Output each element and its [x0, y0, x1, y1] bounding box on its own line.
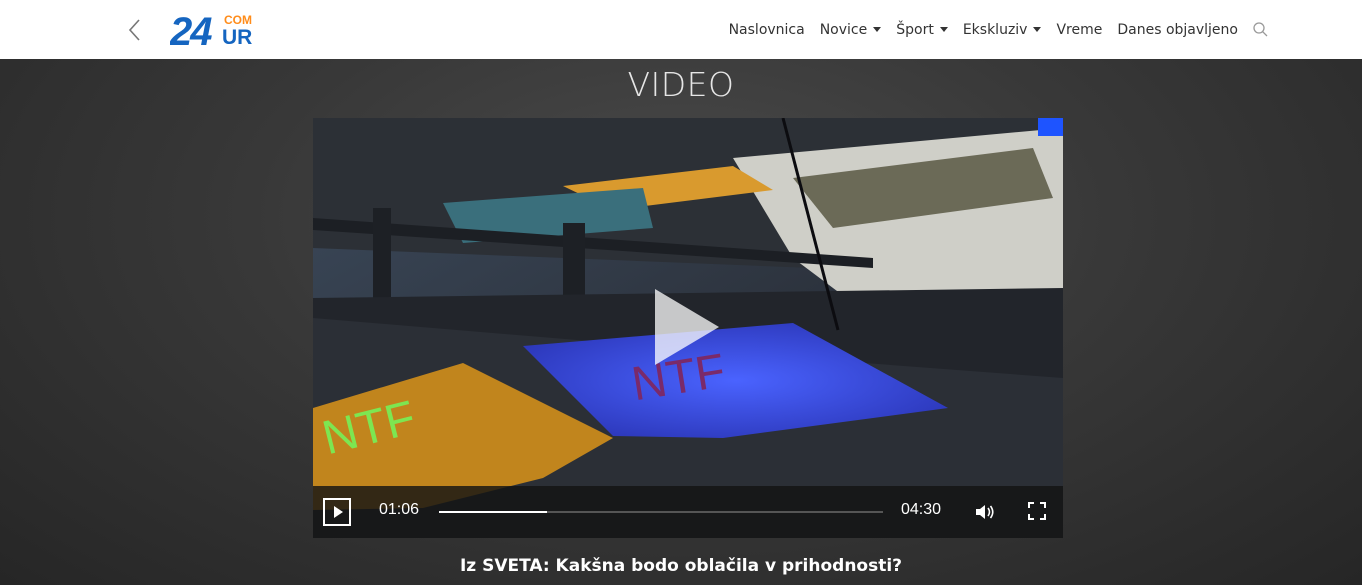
duration: 04:30 — [901, 501, 942, 518]
progress-bar[interactable] — [439, 511, 883, 513]
nav-label: Novice — [819, 21, 868, 38]
logo-number: 24 — [170, 12, 212, 48]
nav-label: Danes objavljeno — [1117, 21, 1238, 38]
logo-com: COM — [224, 13, 252, 27]
video-caption[interactable]: Iz SVETA: Kakšna bodo oblačila v prihodn… — [0, 556, 1362, 576]
nav-label: Vreme — [1056, 21, 1103, 38]
chevron-left-icon[interactable] — [124, 16, 146, 44]
section-title: VIDEO — [627, 65, 735, 104]
main-nav: Naslovnica Novice Šport Ekskluziv Vreme … — [714, 0, 1270, 59]
nav-item-vreme[interactable]: Vreme — [1056, 22, 1102, 38]
site-logo[interactable]: 24 COM UR — [169, 10, 254, 54]
volume-icon[interactable] — [975, 503, 995, 521]
nav-item-novice[interactable]: Novice — [820, 22, 882, 38]
video-player[interactable]: NTF NTF 01:06 04:30 — [313, 118, 1063, 538]
nav-item-naslovnica[interactable]: Naslovnica — [729, 22, 805, 38]
caret-down-icon — [1033, 27, 1042, 32]
search-icon[interactable] — [1252, 21, 1270, 39]
logo-ur: UR — [222, 26, 252, 48]
caret-down-icon — [939, 27, 948, 32]
play-icon[interactable] — [323, 498, 351, 526]
video-section: VIDEO NTF NTF 01:06 04:30 Iz SVETA: Kakš… — [0, 59, 1362, 585]
progress-fill — [439, 511, 548, 513]
player-controls: 01:06 04:30 — [313, 486, 1063, 538]
nav-label: Naslovnica — [728, 21, 805, 38]
play-icon[interactable] — [655, 289, 719, 365]
caret-down-icon — [873, 27, 882, 32]
nav-item-danes-objavljeno[interactable]: Danes objavljeno — [1117, 22, 1238, 38]
site-header: 24 COM UR Naslovnica Novice Šport Eksklu… — [0, 0, 1362, 59]
nav-label: Šport — [896, 21, 934, 38]
nav-item-ekskluziv[interactable]: Ekskluziv — [963, 22, 1042, 38]
fullscreen-icon[interactable] — [1028, 502, 1046, 520]
nav-label: Ekskluziv — [962, 21, 1028, 38]
nav-item-sport[interactable]: Šport — [896, 22, 948, 38]
current-time: 01:06 — [379, 501, 420, 518]
